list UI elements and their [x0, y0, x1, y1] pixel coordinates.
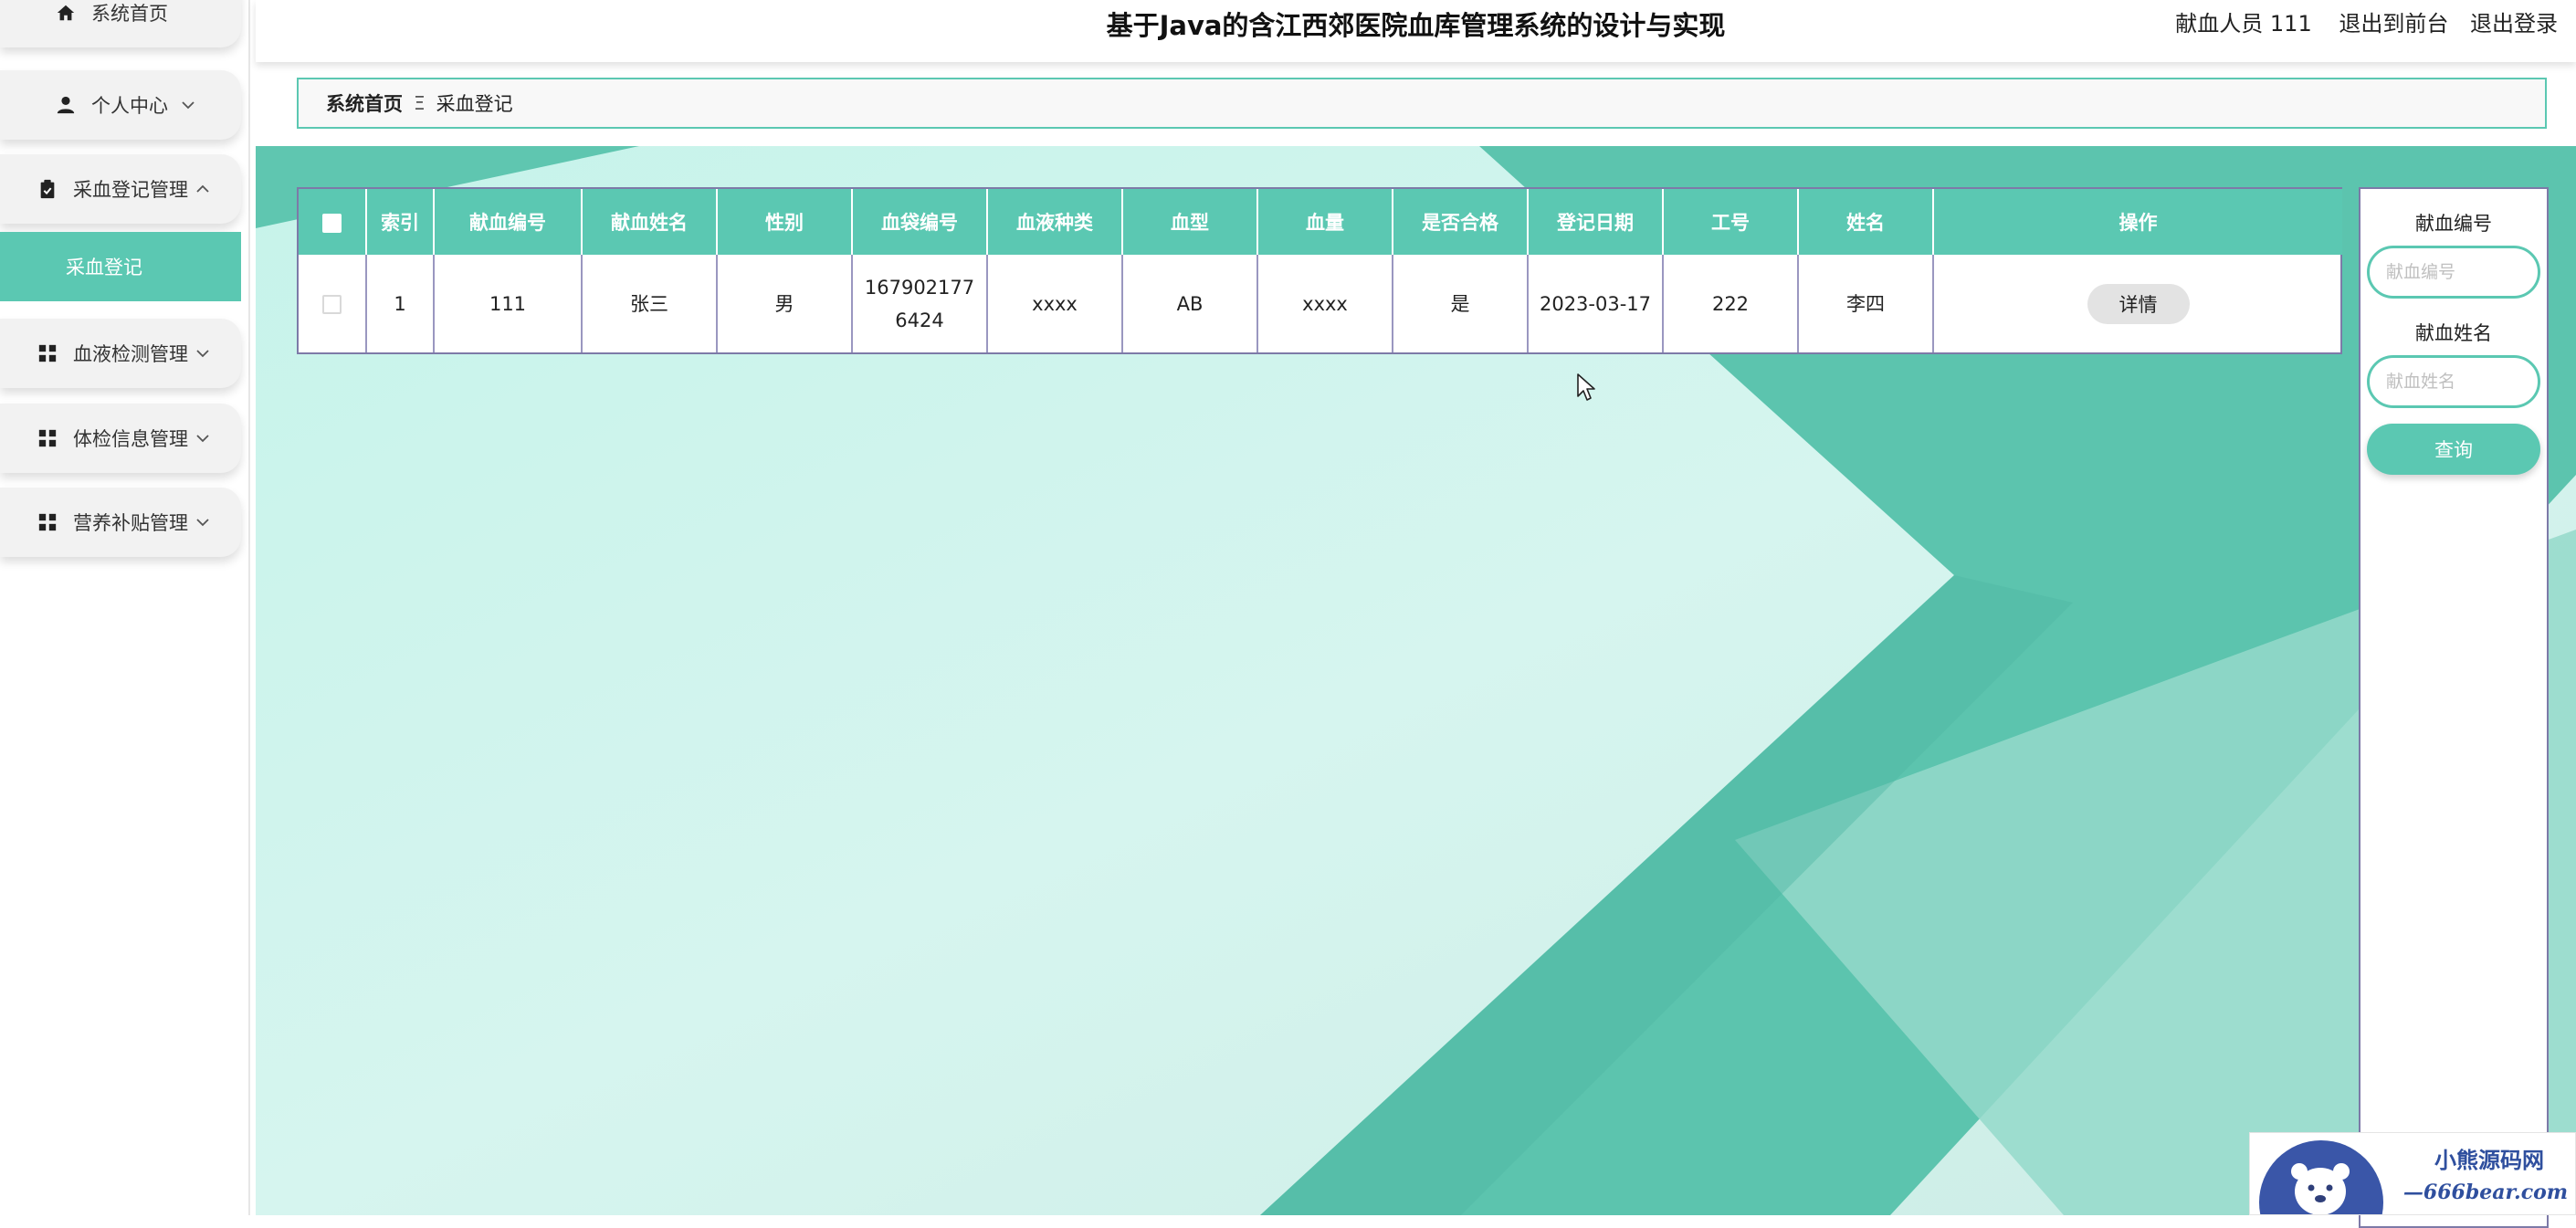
table-header-row: 索引 献血编号 献血姓名 性别 血袋编号 血液种类 血型 血量 是否合格 登记日… — [299, 189, 2342, 255]
row-checkbox[interactable] — [322, 295, 342, 314]
grid-icon — [37, 427, 58, 449]
chevron-up-icon — [195, 182, 210, 196]
cell-qualified: 是 — [1393, 255, 1529, 352]
home-icon — [55, 2, 77, 24]
logout-link[interactable]: 退出登录 — [2470, 11, 2558, 37]
clipboard-icon — [37, 178, 58, 200]
cell-gender: 男 — [717, 255, 853, 352]
cell-date: 2023-03-17 — [1528, 255, 1664, 352]
column-header: 献血编号 — [434, 189, 583, 255]
cell-volume: xxxx — [1257, 255, 1393, 352]
donor-no-input[interactable] — [2367, 246, 2540, 299]
column-header: 献血姓名 — [582, 189, 718, 255]
blood-registration-table: 索引 献血编号 献血姓名 性别 血袋编号 血液种类 血型 血量 是否合格 登记日… — [299, 189, 2342, 352]
sidebar-item-physical-exam[interactable]: 体检信息管理 — [0, 404, 241, 473]
sidebar-item-label: 体检信息管理 — [73, 428, 188, 450]
chevron-down-icon — [181, 98, 195, 112]
data-table-container: 索引 献血编号 献血姓名 性别 血袋编号 血液种类 血型 血量 是否合格 登记日… — [297, 187, 2342, 354]
sidebar-item-blood-collection[interactable]: 采血登记管理 — [0, 154, 241, 224]
chevron-down-icon — [195, 431, 210, 446]
select-all-checkbox[interactable] — [322, 213, 342, 233]
sidebar-item-label: 血液检测管理 — [73, 343, 188, 365]
sidebar: 系统首页 个人中心 采血登记管理 采血登记 血液检测管理 体检信息管理 营养补贴… — [0, 0, 250, 1215]
exit-to-front-link[interactable]: 退出到前台 — [2339, 11, 2448, 37]
sidebar-item-blood-testing[interactable]: 血液检测管理 — [0, 319, 241, 388]
cell-donor-no: 111 — [434, 255, 583, 352]
cell-bag-no-line1: 167902177 — [864, 276, 975, 299]
bear-face-icon — [2291, 1163, 2350, 1214]
cell-staff-no: 222 — [1663, 255, 1799, 352]
top-header: 基于Java的含江西郊医院血库管理系统的设计与实现 献血人员 111 退出到前台… — [256, 0, 2576, 62]
column-header: 性别 — [717, 189, 853, 255]
current-user-label: 献血人员 111 — [2175, 11, 2312, 37]
chevron-down-icon — [195, 515, 210, 530]
cell-blood-kind: xxxx — [987, 255, 1123, 352]
donor-name-label: 献血姓名 — [2415, 322, 2492, 344]
cell-bag-no-line2: 6424 — [895, 309, 944, 331]
donor-no-label: 献血编号 — [2415, 213, 2492, 235]
cell-name: 李四 — [1798, 255, 1934, 352]
row-select-cell[interactable] — [299, 255, 367, 352]
sidebar-subitem-blood-registration[interactable]: 采血登记 — [0, 232, 241, 301]
cell-actions: 详情 — [1933, 255, 2342, 352]
search-button[interactable]: 查询 — [2367, 424, 2540, 475]
donor-name-input[interactable] — [2367, 355, 2540, 408]
sidebar-item-label: 采血登记管理 — [73, 179, 188, 201]
sidebar-item-personal-center[interactable]: 个人中心 — [0, 70, 241, 140]
mouse-cursor-icon — [1577, 373, 1595, 401]
cell-bag-no: 167902177 6424 — [852, 255, 988, 352]
cell-index: 1 — [366, 255, 435, 352]
column-header: 血液种类 — [987, 189, 1123, 255]
sidebar-item-label: 个人中心 — [91, 95, 168, 117]
column-header: 姓名 — [1798, 189, 1934, 255]
cell-blood-type: AB — [1122, 255, 1258, 352]
sidebar-item-home[interactable]: 系统首页 — [0, 0, 241, 47]
column-header: 工号 — [1663, 189, 1799, 255]
watermark-title: 小熊源码网 — [2434, 1147, 2544, 1173]
watermark-url: —666bear.com— — [2403, 1181, 2569, 1214]
breadcrumb-separator-icon: Ξ — [414, 92, 426, 114]
cell-donor-name: 张三 — [582, 255, 718, 352]
header-user-area: 献血人员 111 退出到前台 退出登录 — [2155, 0, 2558, 47]
table-row: 1 111 张三 男 167902177 6424 xxxx AB xxxx 是… — [299, 255, 2342, 352]
sidebar-item-label: 营养补贴管理 — [73, 512, 188, 534]
select-all-cell[interactable] — [299, 189, 367, 255]
column-header: 血型 — [1122, 189, 1258, 255]
grid-icon — [37, 342, 58, 364]
site-watermark: 小熊源码网 —666bear.com— — [2249, 1132, 2576, 1215]
breadcrumb-current: 采血登记 — [436, 93, 513, 115]
chevron-down-icon — [195, 346, 210, 361]
column-header: 血量 — [1257, 189, 1393, 255]
column-header: 登记日期 — [1528, 189, 1664, 255]
detail-button[interactable]: 详情 — [2087, 283, 2190, 324]
column-header: 索引 — [366, 189, 435, 255]
search-panel: 献血编号 献血姓名 查询 — [2359, 187, 2549, 1228]
sidebar-item-label: 系统首页 — [91, 3, 168, 25]
breadcrumb: 系统首页 Ξ 采血登记 — [297, 78, 2547, 129]
column-header: 操作 — [1933, 189, 2342, 255]
column-header: 是否合格 — [1393, 189, 1529, 255]
column-header: 血袋编号 — [852, 189, 988, 255]
user-icon — [55, 94, 77, 116]
breadcrumb-home[interactable]: 系统首页 — [326, 89, 403, 117]
grid-icon — [37, 511, 58, 533]
sidebar-item-nutrition-subsidy[interactable]: 营养补贴管理 — [0, 488, 241, 557]
